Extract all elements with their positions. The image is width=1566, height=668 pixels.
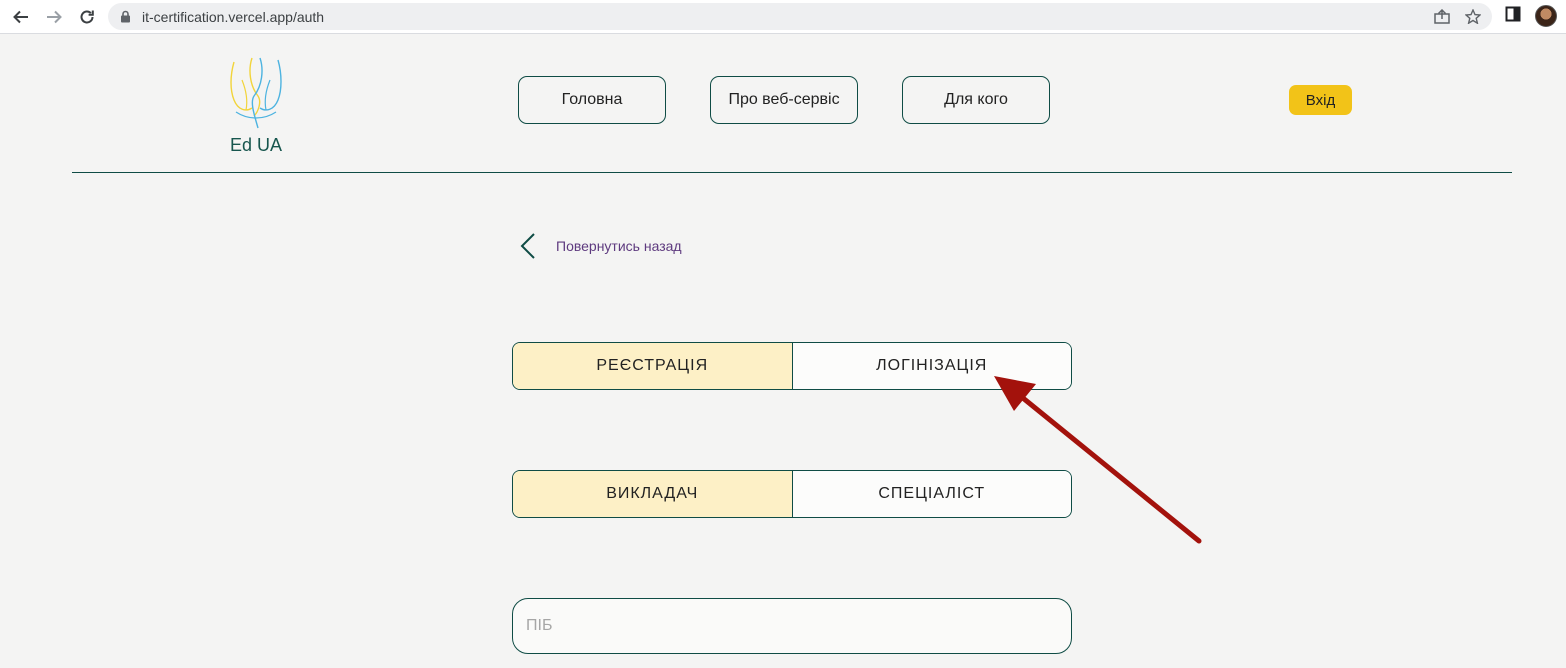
nav-home[interactable]: Головна xyxy=(518,76,666,124)
logo-text: Ed UA xyxy=(230,135,283,155)
back-arrow-icon[interactable] xyxy=(10,6,32,28)
trident-logo-icon xyxy=(230,57,282,129)
profile-avatar[interactable] xyxy=(1535,5,1557,27)
role-teacher[interactable]: ВИКЛАДАЧ xyxy=(513,471,792,517)
auth-mode-toggle: РЕЄСТРАЦІЯ ЛОГІНІЗАЦІЯ xyxy=(512,342,1072,390)
header-divider xyxy=(72,172,1512,173)
address-bar[interactable]: it-certification.vercel.app/auth xyxy=(108,3,1492,30)
role-toggle: ВИКЛАДАЧ СПЕЦІАЛІСТ xyxy=(512,470,1072,518)
back-link[interactable]: Повернутись назад xyxy=(556,238,682,254)
tab-login[interactable]: ЛОГІНІЗАЦІЯ xyxy=(791,343,1071,389)
nav-for-whom[interactable]: Для кого xyxy=(902,76,1050,124)
browser-toolbar: it-certification.vercel.app/auth xyxy=(0,0,1566,34)
share-icon[interactable] xyxy=(1434,8,1450,27)
full-name-input[interactable] xyxy=(512,598,1072,654)
role-specialist[interactable]: СПЕЦІАЛІСТ xyxy=(791,471,1071,517)
login-button[interactable]: Вхід xyxy=(1289,85,1352,115)
tab-registration[interactable]: РЕЄСТРАЦІЯ xyxy=(513,343,792,389)
url-text[interactable]: it-certification.vercel.app/auth xyxy=(142,9,324,25)
forward-arrow-icon[interactable] xyxy=(43,6,65,28)
reload-icon[interactable] xyxy=(76,6,98,28)
chevron-left-icon[interactable] xyxy=(518,232,538,265)
site-logo[interactable] xyxy=(228,56,284,137)
lock-icon xyxy=(120,10,131,28)
nav-about-service[interactable]: Про веб-сервіс xyxy=(710,76,858,124)
star-icon[interactable] xyxy=(1464,8,1482,27)
side-panel-icon[interactable] xyxy=(1505,6,1521,27)
